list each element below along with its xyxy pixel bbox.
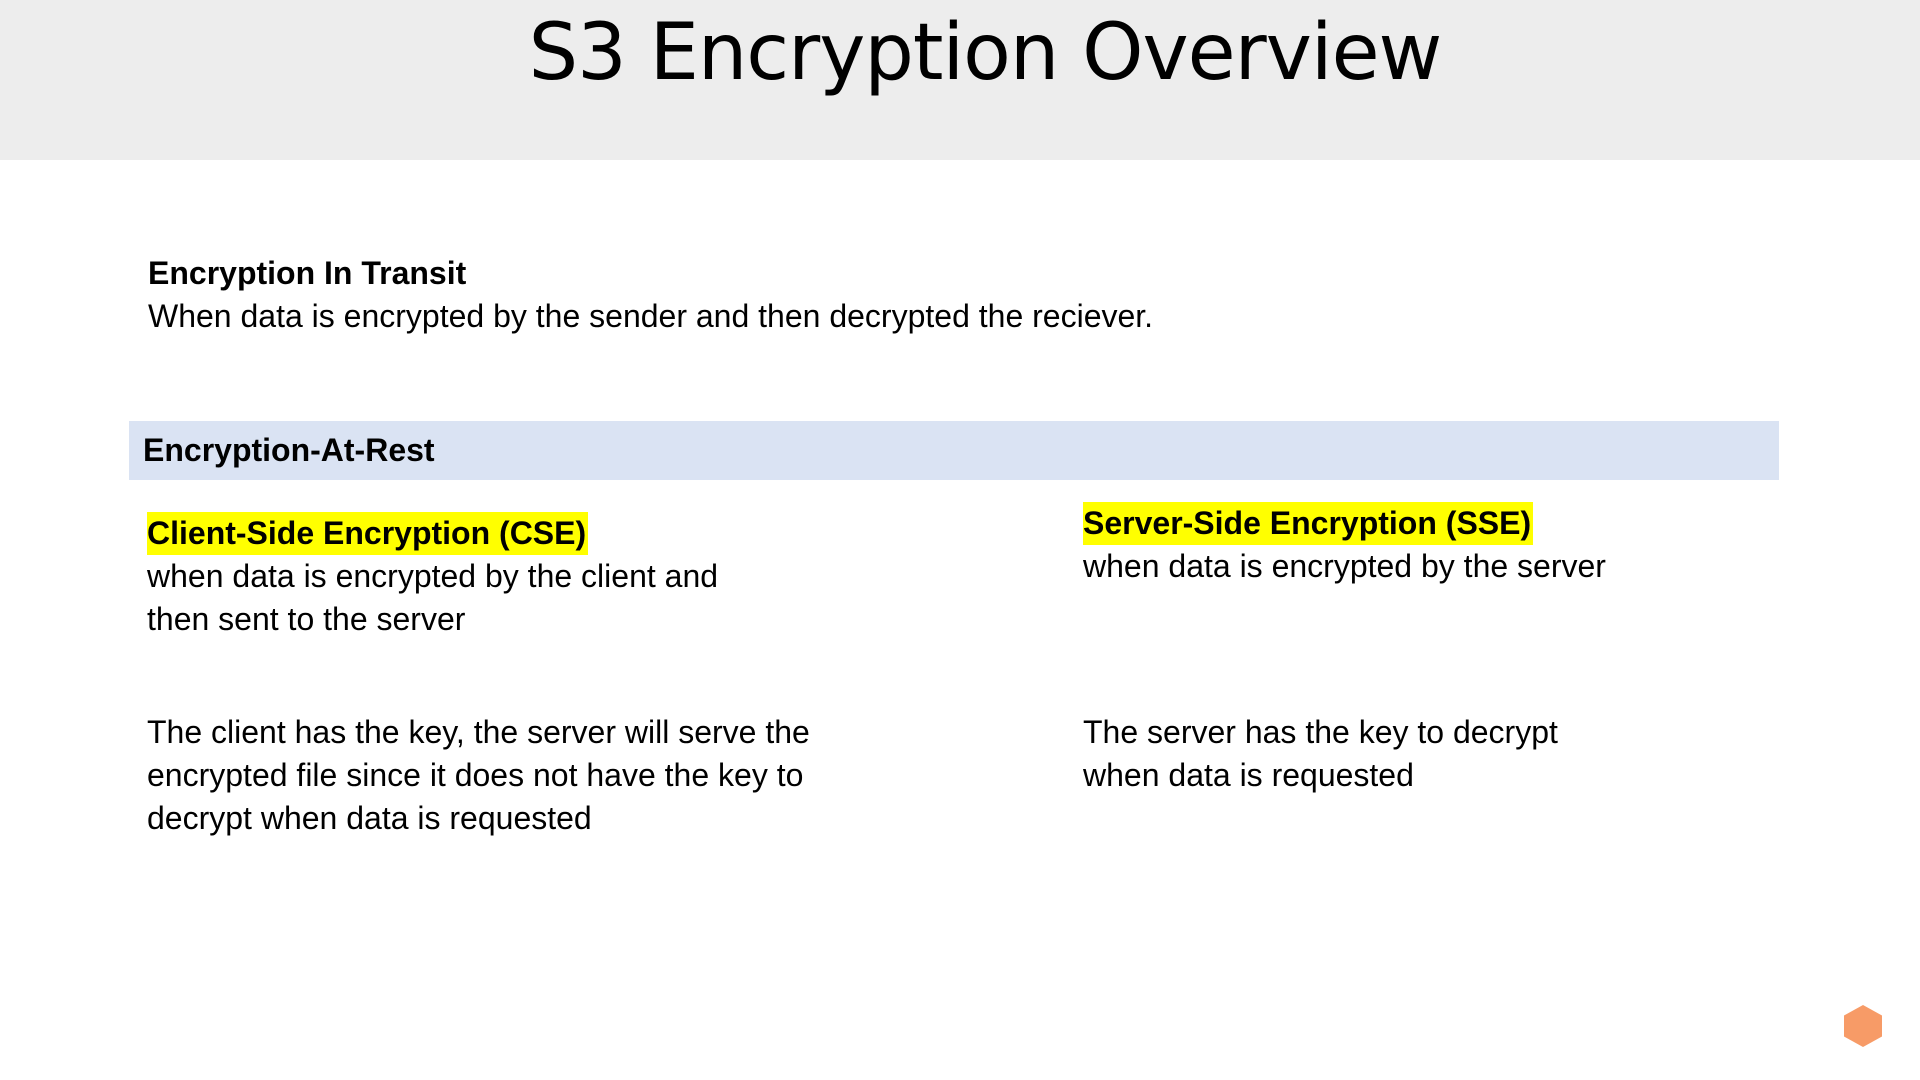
- sse-note-line-2: when data is requested: [1083, 757, 1414, 793]
- transit-section: Encryption In Transit When data is encry…: [148, 252, 1153, 338]
- rest-banner: Encryption-At-Rest: [129, 421, 1779, 480]
- slide: S3 Encryption Overview Encryption In Tra…: [0, 0, 1920, 1080]
- cse-note-line-2: encrypted file since it does not have th…: [147, 757, 804, 793]
- slide-title: S3 Encryption Overview: [528, 8, 1443, 98]
- cse-heading: Client-Side Encryption (CSE): [147, 512, 589, 555]
- transit-description: When data is encrypted by the sender and…: [148, 298, 1154, 334]
- cse-note: The client has the key, the server will …: [147, 711, 907, 840]
- sse-note-line-1: The server has the key to decrypt: [1083, 714, 1558, 750]
- hexagon-logo-icon: [1844, 1005, 1882, 1047]
- transit-heading: Encryption In Transit: [148, 255, 467, 291]
- cse-line-1: when data is encrypted by the client and: [147, 558, 719, 594]
- cse-section: Client-Side Encryption (CSE) when data i…: [147, 512, 907, 641]
- rest-heading: Encryption-At-Rest: [143, 432, 435, 468]
- title-band: S3 Encryption Overview: [0, 0, 1920, 160]
- cse-line-2: then sent to the server: [147, 601, 466, 637]
- sse-note: The server has the key to decrypt when d…: [1083, 711, 1843, 797]
- sse-line-1: when data is encrypted by the server: [1083, 548, 1606, 584]
- cse-note-line-3: decrypt when data is requested: [147, 800, 592, 836]
- sse-section: Server-Side Encryption (SSE) when data i…: [1083, 502, 1843, 588]
- cse-note-line-1: The client has the key, the server will …: [147, 714, 810, 750]
- sse-heading: Server-Side Encryption (SSE): [1083, 502, 1534, 545]
